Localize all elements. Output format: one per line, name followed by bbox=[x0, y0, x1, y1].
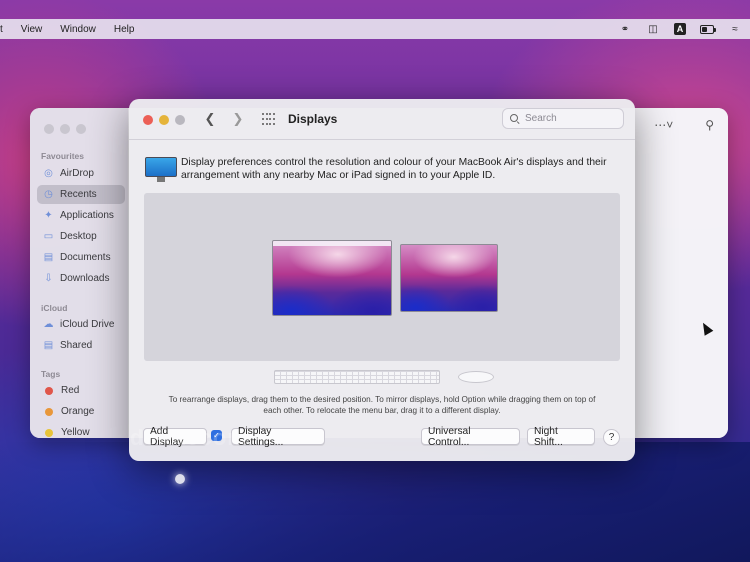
finder-zoom-button[interactable] bbox=[76, 124, 86, 134]
menu-view[interactable]: View bbox=[21, 24, 43, 35]
sidebar-section-favourites: Favourites bbox=[41, 151, 84, 161]
menu-item-truncated[interactable]: t bbox=[0, 24, 3, 35]
display-mirror-icon[interactable]: ◫ bbox=[646, 23, 660, 35]
universal-control-button[interactable]: Universal Control... bbox=[421, 426, 520, 448]
sidebar-item-desktop[interactable]: ▭ Desktop bbox=[37, 227, 125, 246]
tag-orange-icon bbox=[45, 407, 53, 416]
display-thumbnail-secondary[interactable] bbox=[400, 244, 498, 312]
tag-yellow-icon bbox=[45, 428, 53, 437]
cloud-icon: ☁ bbox=[43, 319, 54, 330]
sidebar-section-icloud: iCloud bbox=[41, 303, 68, 313]
arrangement-hint: To rearrange displays, drag them to the … bbox=[168, 395, 596, 415]
search-field[interactable] bbox=[502, 108, 624, 129]
sidebar-item-recents[interactable]: ◷ Recents bbox=[37, 185, 125, 204]
mouse-icon bbox=[458, 371, 494, 383]
battery-icon[interactable] bbox=[700, 23, 716, 35]
menu-bar-indicator[interactable] bbox=[273, 241, 391, 246]
tag-red-icon bbox=[45, 386, 53, 395]
finder-sidebar: Favourites ◎ AirDrop ◷ Recents ✦ Applicatio… bbox=[30, 108, 128, 438]
sidebar-item-tag-orange[interactable]: Orange bbox=[37, 402, 125, 421]
wifi-icon[interactable]: ≈ bbox=[728, 23, 742, 35]
sidebar-item-tag-yellow[interactable]: Yellow bbox=[37, 423, 125, 438]
shared-folder-icon: ▤ bbox=[43, 340, 54, 351]
keyboard-icon bbox=[274, 370, 440, 384]
night-shift-button[interactable]: Night Shift... bbox=[527, 426, 595, 448]
applications-icon: ✦ bbox=[44, 210, 53, 221]
menu-window[interactable]: Window bbox=[60, 24, 96, 35]
zoom-button[interactable] bbox=[175, 115, 185, 125]
sidebar-item-shared[interactable]: ▤ Shared bbox=[37, 336, 125, 355]
displays-window: ❮ ❯ Displays Display preferences control… bbox=[129, 99, 635, 461]
sidebar-section-tags: Tags bbox=[41, 369, 61, 379]
displays-description: Display preferences control the resoluti… bbox=[181, 157, 607, 181]
download-icon: ⇩ bbox=[44, 273, 53, 284]
clock-icon: ◷ bbox=[44, 189, 53, 200]
sidebar-item-airdrop[interactable]: ◎ AirDrop bbox=[37, 164, 125, 183]
display-monitor-icon bbox=[145, 157, 177, 183]
creative-cloud-icon[interactable]: ⚭ bbox=[618, 23, 632, 35]
sidebar-item-applications[interactable]: ✦ Applications bbox=[37, 206, 125, 225]
menu-help[interactable]: Help bbox=[114, 24, 135, 35]
search-input[interactable] bbox=[525, 113, 615, 124]
show-all-grid-icon[interactable] bbox=[262, 113, 276, 126]
sidebar-item-tag-red[interactable]: Red bbox=[37, 381, 125, 400]
search-icon[interactable]: ⚲ bbox=[705, 118, 714, 132]
sidebar-item-icloud-drive[interactable]: ☁ iCloud Drive bbox=[37, 315, 125, 334]
more-options-icon[interactable]: ⋯˅ bbox=[654, 118, 673, 132]
finder-close-button[interactable] bbox=[44, 124, 54, 134]
close-button[interactable] bbox=[143, 115, 153, 125]
finder-toolbar: ⋯˅ ⚲ bbox=[654, 118, 714, 132]
document-icon: ▤ bbox=[43, 252, 54, 263]
forward-chevron-icon[interactable]: ❯ bbox=[230, 111, 246, 127]
help-button[interactable]: ? bbox=[603, 429, 620, 446]
display-thumbnail-main[interactable] bbox=[272, 240, 392, 316]
sidebar-item-documents[interactable]: ▤ Documents bbox=[37, 248, 125, 267]
display-arrangement-area[interactable] bbox=[144, 193, 620, 361]
window-title: Displays bbox=[288, 112, 338, 126]
sidebar-item-downloads[interactable]: ⇩ Downloads bbox=[37, 269, 125, 288]
minimize-button[interactable] bbox=[159, 115, 169, 125]
search-icon bbox=[510, 113, 520, 124]
back-chevron-icon[interactable]: ❮ bbox=[202, 111, 218, 127]
status-area: ⚭ ◫ A ≈ bbox=[618, 23, 750, 35]
menu-bar: t View Window Help ⚭ ◫ A ≈ bbox=[0, 19, 750, 39]
desktop-icon: ▭ bbox=[43, 231, 54, 242]
displays-titlebar: ❮ ❯ Displays bbox=[129, 99, 635, 140]
watermark-text: deletecom bbox=[130, 425, 248, 450]
light-reflection bbox=[175, 474, 185, 484]
finder-minimize-button[interactable] bbox=[60, 124, 70, 134]
airdrop-icon: ◎ bbox=[44, 168, 53, 179]
input-source-icon[interactable]: A bbox=[674, 23, 686, 35]
